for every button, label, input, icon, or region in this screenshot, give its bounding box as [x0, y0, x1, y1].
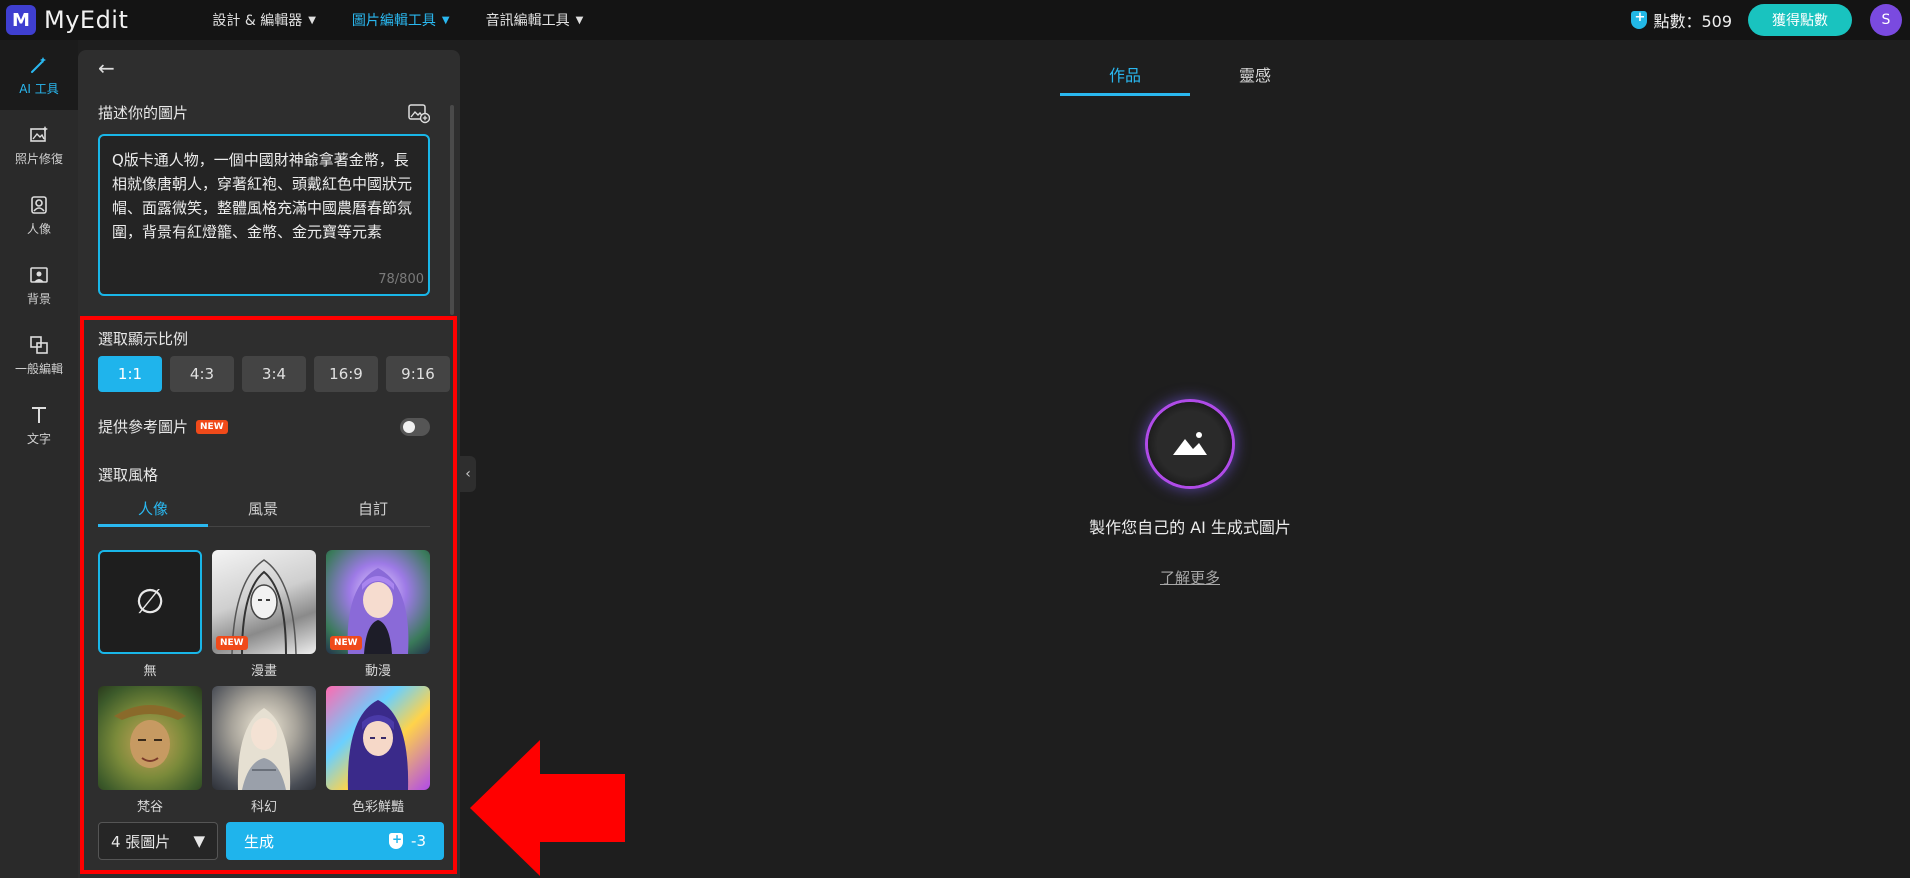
nav-audio-tools[interactable]: 音訊編輯工具 ▼: [486, 10, 584, 30]
nav-image-tools[interactable]: 圖片編輯工具 ▼: [352, 10, 450, 30]
tab-inspiration[interactable]: 靈感: [1190, 52, 1320, 96]
rail-label: 人像: [26, 221, 51, 236]
rail-item-portrait[interactable]: 人像: [0, 180, 78, 250]
rail-item-background[interactable]: 背景: [0, 250, 78, 320]
avatar[interactable]: S: [1870, 4, 1902, 36]
char-counter: 78/800: [378, 272, 424, 287]
nav-label: 圖片編輯工具: [351, 13, 436, 29]
rail-label: AI 工具: [19, 81, 59, 96]
top-right: 點數：509 獲得點數 S: [1631, 0, 1910, 40]
crop-icon: [28, 334, 50, 356]
main-nav: 設計 & 編輯器 ▼ 圖片編輯工具 ▼ 音訊編輯工具 ▼: [212, 10, 619, 30]
image-upload-icon[interactable]: [408, 102, 431, 124]
annotation-arrow-icon: [470, 740, 625, 876]
panel-scrollbar[interactable]: [450, 105, 454, 315]
rail-item-photo-restore[interactable]: 照片修復: [0, 110, 78, 180]
nav-label: 音訊編輯工具: [485, 13, 570, 29]
chevron-down-icon: ▼: [575, 14, 584, 26]
rail-item-ai-tools[interactable]: AI 工具: [0, 40, 78, 110]
points-text: 點數：509: [1653, 12, 1732, 31]
magic-wand-icon: [28, 54, 50, 76]
tab-works[interactable]: 作品: [1060, 52, 1190, 96]
tool-rail: AI 工具 照片修復 人像 背景 一般編輯 文字: [0, 40, 78, 878]
text-icon: [28, 404, 50, 426]
photo-restore-icon: [28, 124, 50, 146]
points-display: 點數：509: [1631, 8, 1732, 32]
rail-label: 一般編輯: [14, 361, 63, 376]
rail-label: 照片修復: [14, 151, 63, 166]
chevron-down-icon: ▼: [308, 14, 316, 26]
portrait-icon: [28, 194, 50, 216]
chevron-down-icon: ▼: [441, 14, 450, 26]
empty-gallery-icon: [1148, 402, 1232, 486]
nav-design-editor[interactable]: 設計 & 編輯器 ▼: [212, 10, 316, 30]
background-icon: [28, 264, 50, 286]
top-bar: M MyEdit 設計 & 編輯器 ▼ 圖片編輯工具 ▼ 音訊編輯工具 ▼ 點數…: [0, 0, 1910, 40]
rail-label: 背景: [26, 291, 51, 306]
empty-state-text: 製作您自己的 AI 生成式圖片: [1089, 518, 1291, 537]
learn-more-link[interactable]: 了解更多: [990, 567, 1390, 588]
back-arrow-icon[interactable]: ←: [98, 56, 115, 80]
app-name: MyEdit: [44, 6, 129, 34]
rail-item-text[interactable]: 文字: [0, 390, 78, 460]
collapse-panel-handle[interactable]: ‹: [460, 456, 476, 492]
rail-item-general-edit[interactable]: 一般編輯: [0, 320, 78, 390]
rail-label: 文字: [26, 431, 51, 446]
main-tabs: 作品 靈感: [1060, 52, 1320, 96]
nav-label: 設計 & 編輯器: [212, 13, 303, 29]
logo[interactable]: M MyEdit: [6, 5, 128, 35]
credit-shield-icon: [1631, 10, 1648, 29]
describe-label: 描述你的圖片: [98, 104, 189, 122]
logo-mark: M: [6, 5, 36, 35]
annotation-highlight-box: [80, 316, 457, 874]
get-points-button[interactable]: 獲得點數: [1748, 4, 1852, 36]
